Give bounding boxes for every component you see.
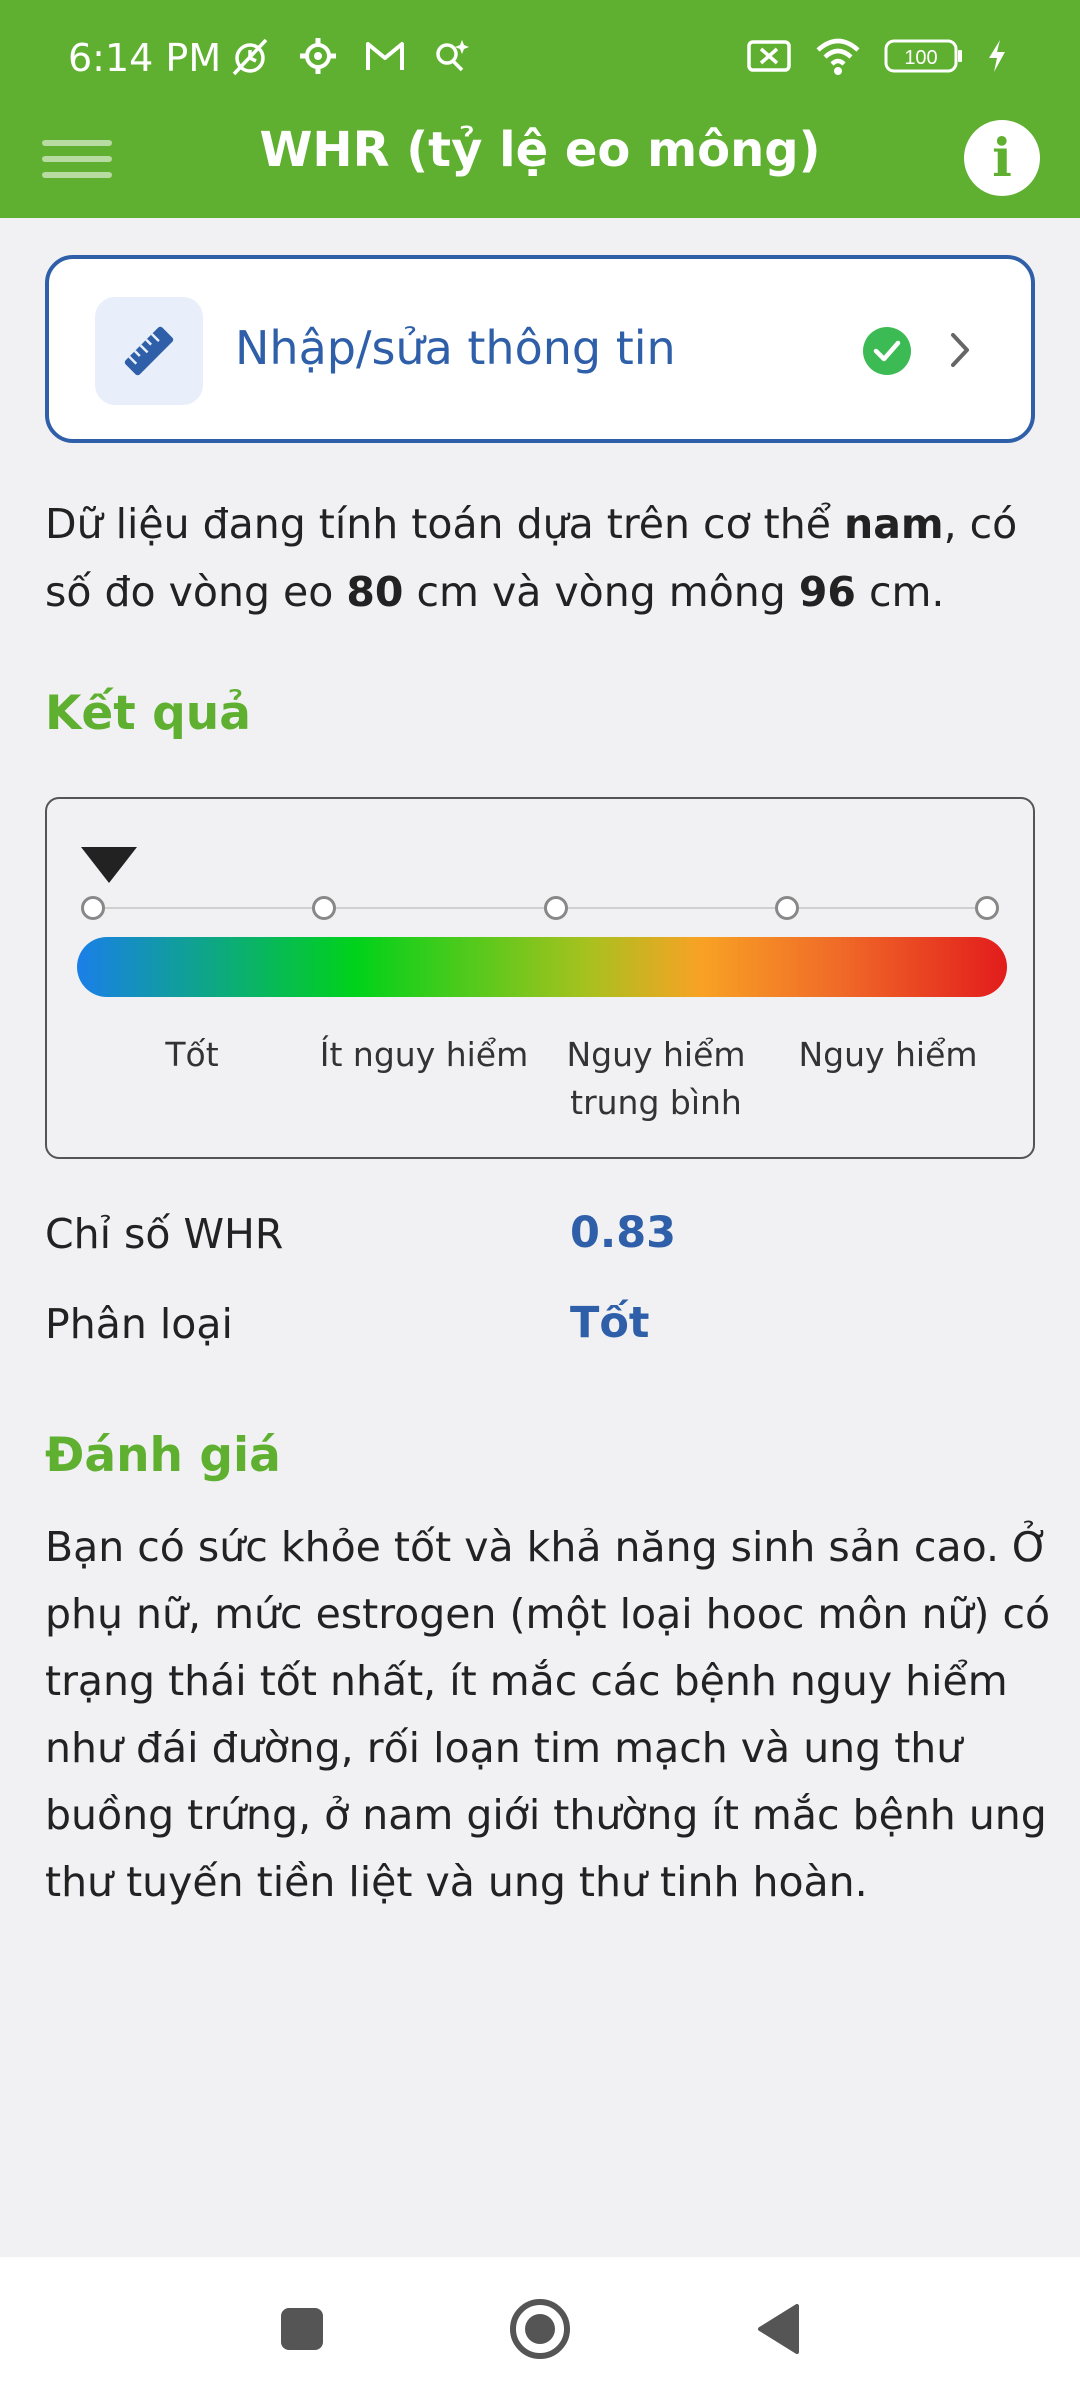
sim-off-icon (747, 40, 791, 72)
status-right-icons: 100 (746, 36, 1008, 76)
scale-dot (775, 896, 799, 920)
scale-track (93, 907, 993, 909)
description-text: cm. (855, 568, 945, 616)
result-title: Kết quả (45, 686, 251, 741)
scale-label-low-risk: Ít nguy hiểm (319, 1035, 529, 1074)
search-sparkle-icon (436, 40, 469, 72)
edit-info-card[interactable]: Nhập/sửa thông tin (45, 255, 1035, 443)
measurement-description: Dữ liệu đang tính toán dựa trên cơ thể n… (45, 490, 1045, 626)
scale-label-medium-risk: Nguy hiểm trung bình (566, 1035, 746, 1122)
scale-dot (544, 896, 568, 920)
info-icon: i (992, 127, 1012, 189)
whr-scale-box: Tốt Ít nguy hiểm Nguy hiểm trung bình Ng… (45, 797, 1035, 1159)
classification-value: Tốt (570, 1298, 650, 1348)
battery-icon: 100 (884, 39, 962, 73)
scale-dot (312, 896, 336, 920)
back-button[interactable] (726, 2257, 830, 2400)
page-title: WHR (tỷ lệ eo mông) (259, 122, 821, 178)
status-time: 6:14 PM (68, 36, 222, 80)
description-text: cm và vòng mông (403, 568, 799, 616)
back-triangle-icon (758, 2303, 799, 2354)
check-circle-icon (863, 327, 911, 375)
ruler-icon (95, 297, 203, 405)
status-left-icons (228, 34, 472, 78)
whr-index-value: 0.83 (570, 1208, 677, 1258)
gmail-icon (366, 42, 404, 70)
settings-gear-icon (300, 38, 336, 74)
svg-text:100: 100 (904, 47, 937, 69)
home-circle-icon (510, 2298, 570, 2359)
assessment-text: Bạn có sức khỏe tốt và khả năng sinh sản… (45, 1523, 1051, 1906)
recents-button[interactable] (250, 2257, 354, 2400)
system-nav-bar (0, 2257, 1080, 2400)
info-button[interactable]: i (964, 120, 1040, 196)
assessment-title: Đánh giá (45, 1428, 281, 1483)
risk-gradient-bar (77, 937, 1007, 997)
square-icon (281, 2307, 323, 2350)
charging-icon (989, 40, 1005, 72)
scale-label-good: Tốt (165, 1035, 219, 1074)
wifi-icon (816, 38, 860, 75)
edit-info-label: Nhập/sửa thông tin (235, 321, 676, 375)
mute-alarm-icon (232, 38, 268, 76)
description-text: Dữ liệu đang tính toán dựa trên cơ thể (45, 500, 844, 548)
header: 6:14 PM 100 WHR (tỷ lệ eo mông) i (0, 0, 1080, 218)
scale-dot (81, 896, 105, 920)
home-button[interactable] (488, 2257, 592, 2400)
whr-index-label: Chỉ số WHR (45, 1210, 284, 1258)
classification-label: Phân loại (45, 1300, 233, 1348)
gender-value: nam (844, 500, 944, 548)
app-bar: WHR (tỷ lệ eo mông) i (0, 118, 1080, 218)
scale-dot (975, 896, 999, 920)
status-bar: 6:14 PM 100 (0, 0, 1080, 118)
waist-value: 80 (346, 568, 404, 616)
scale-label-high-risk: Nguy hiểm (798, 1035, 978, 1074)
scale-pointer-icon (81, 847, 137, 883)
chevron-right-icon (945, 325, 975, 379)
hip-value: 96 (798, 568, 856, 616)
